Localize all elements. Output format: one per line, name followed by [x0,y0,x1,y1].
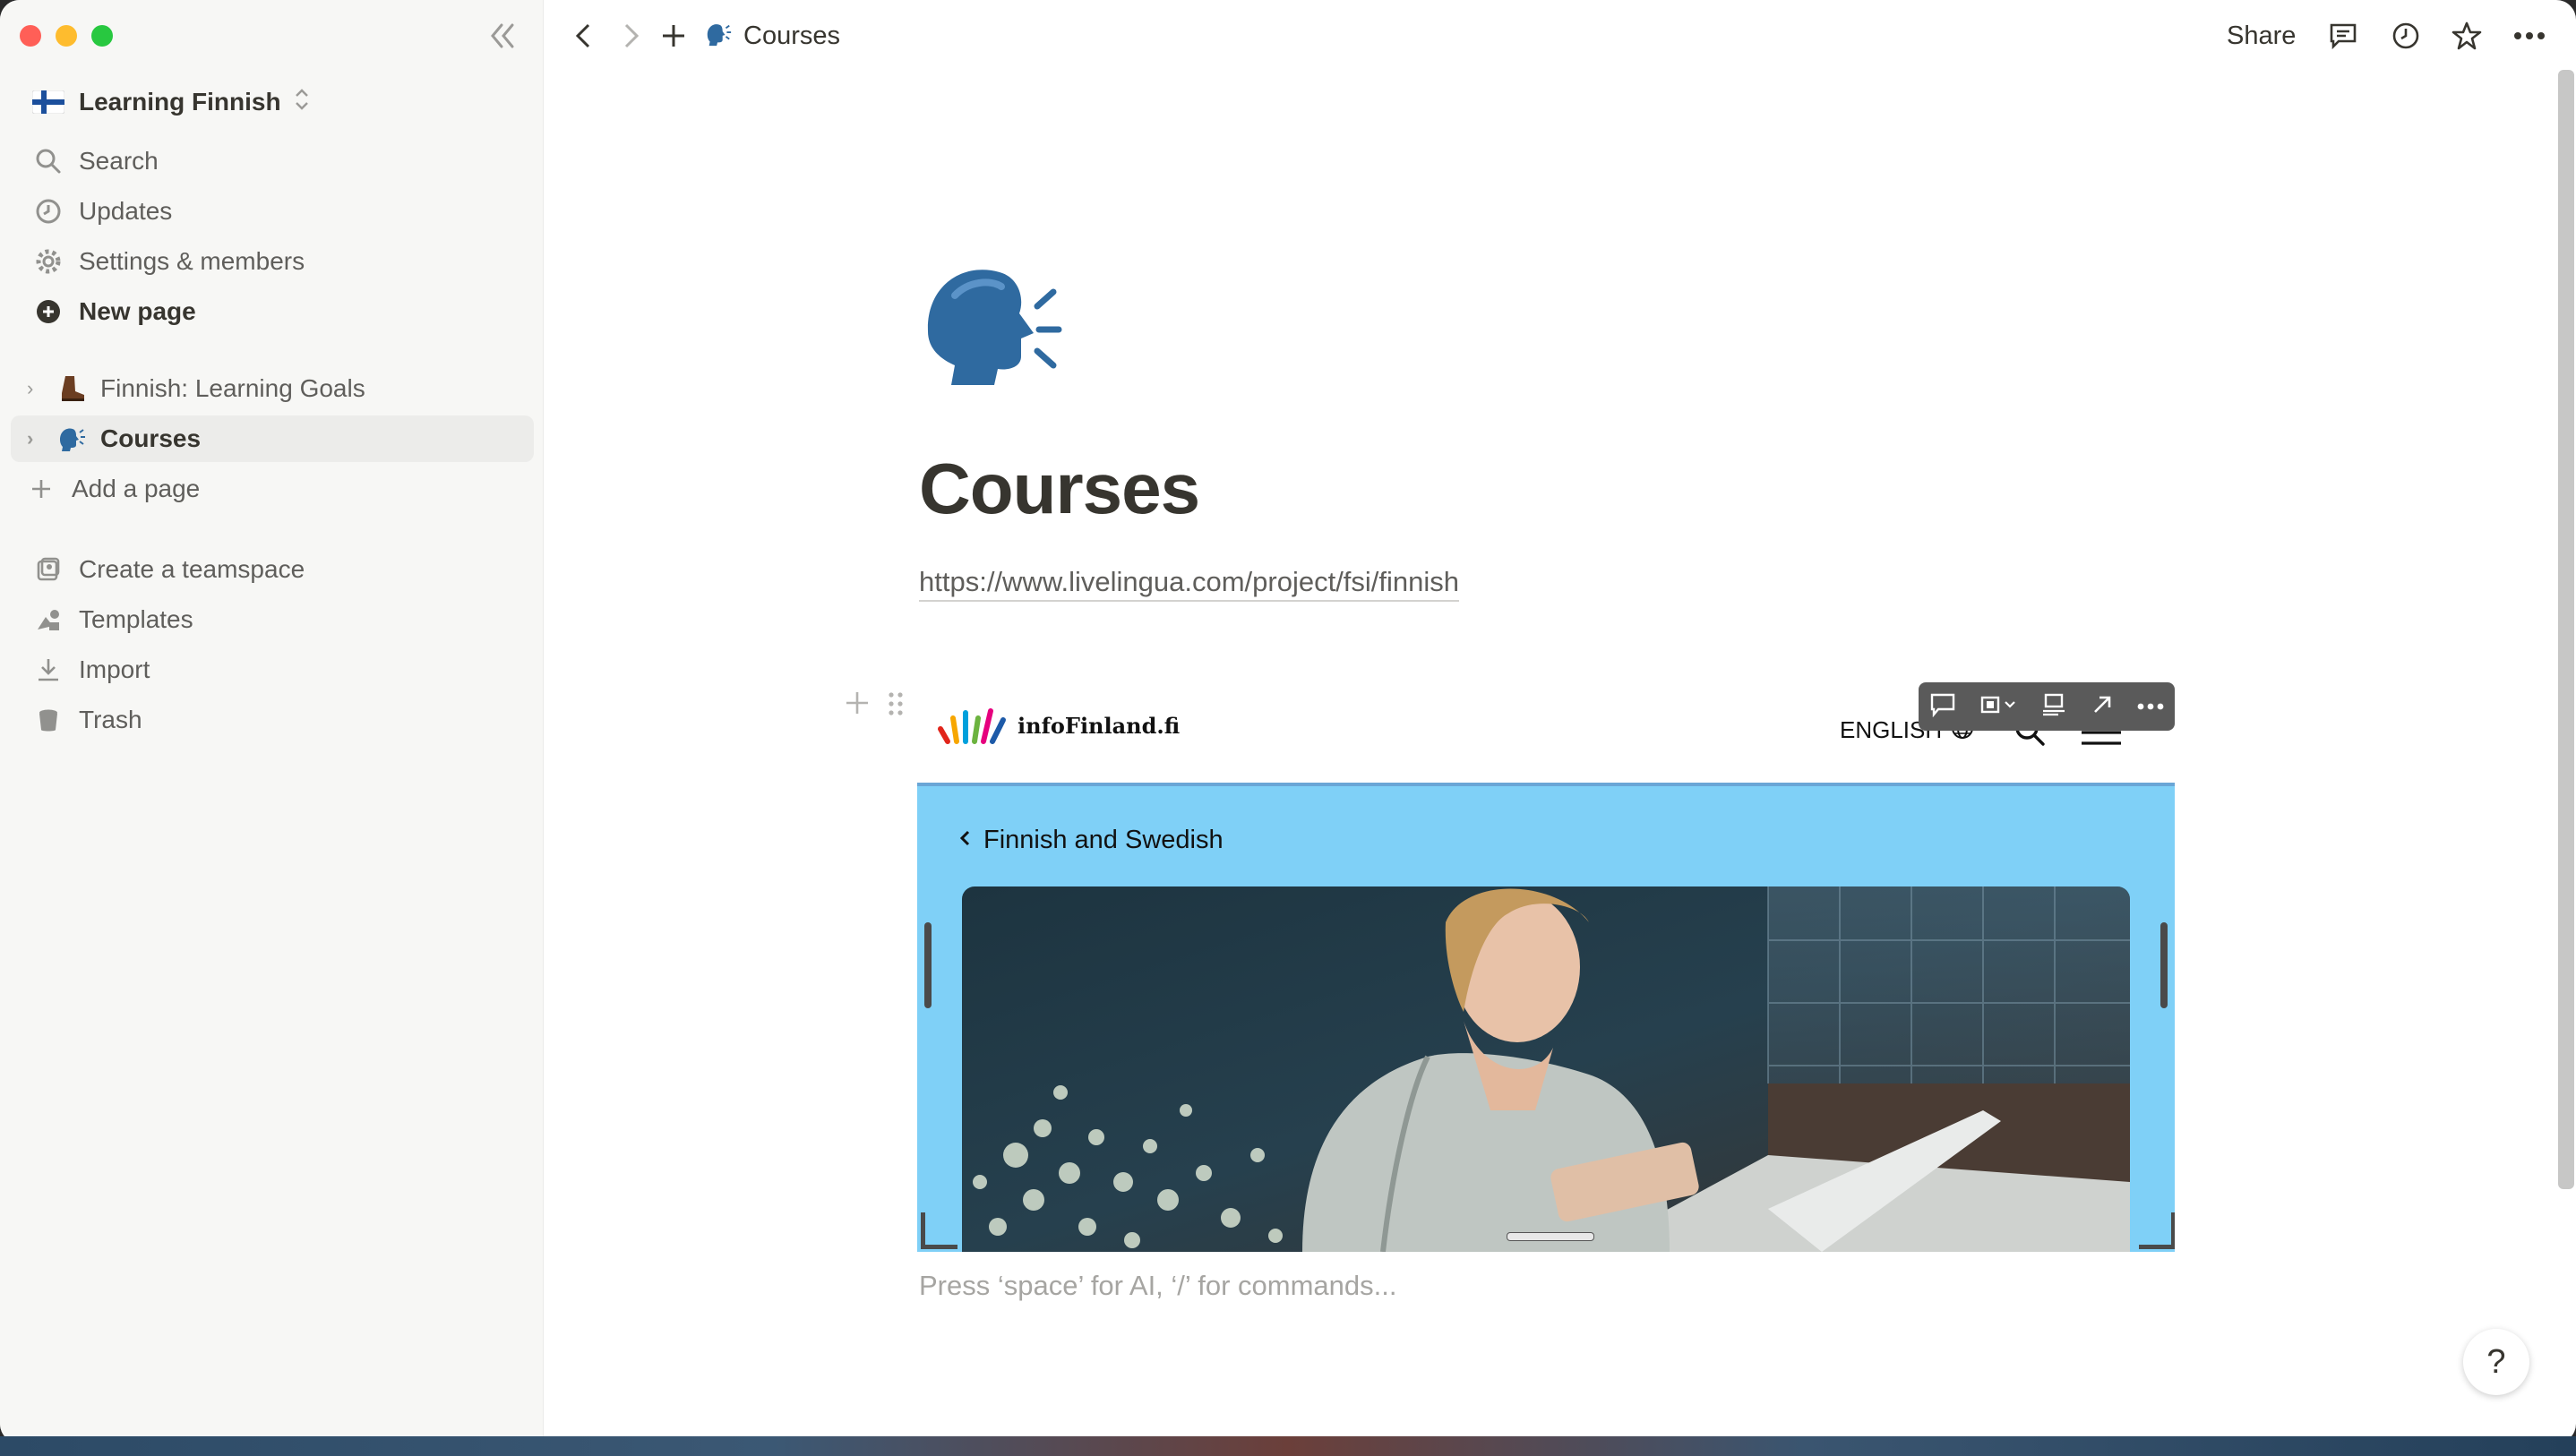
drag-handle-icon[interactable] [885,689,906,718]
sidebar-page-learning-goals[interactable]: › Finnish: Learning Goals [11,365,534,412]
download-icon [30,652,66,688]
comments-icon[interactable] [2325,18,2361,54]
new-tab-plus-icon[interactable] [656,18,691,54]
chevron-right-icon[interactable]: › [27,377,48,400]
sidebar-item-updates[interactable]: Updates [11,188,534,235]
minimize-window-button[interactable] [56,25,77,47]
plus-icon [23,471,59,507]
embed-more-icon[interactable] [2137,698,2164,715]
sidebar-page-courses[interactable]: › Courses [11,415,534,462]
sidebar-item-label: New page [79,297,196,325]
trash-icon [30,702,66,738]
breadcrumb-page: Courses [743,21,840,50]
sidebar-item-label: Trash [79,706,142,733]
resize-corner-bottom-left[interactable] [921,1212,957,1249]
boot-emoji-icon [54,371,90,407]
workspace-switcher[interactable]: Learning Finnish [11,79,534,125]
sidebar-item-templates[interactable]: Templates [11,596,534,643]
help-button[interactable]: ? [2463,1329,2529,1395]
clock-icon [30,193,66,229]
infofinland-logo-icon [935,702,1009,749]
speaking-head-emoji-icon [704,20,733,53]
speaking-head-emoji-icon [54,421,90,457]
page-emoji-icon[interactable] [919,260,1062,394]
embed-back-link[interactable]: Finnish and Swedish [958,826,1224,855]
sidebar-item-label: Settings & members [79,247,305,275]
sidebar-item-label: Finnish: Learning Goals [100,374,365,402]
breadcrumb[interactable]: Courses [704,18,840,54]
resize-handle-left[interactable] [924,922,932,1008]
embed-photo-woman-laptop [962,886,2130,1252]
embed-site-name[interactable]: infoFinland.fi [1018,713,1180,739]
embed-toolbar [1919,682,2175,731]
sidebar-item-label: Templates [79,605,193,633]
page-scrollbar[interactable] [2558,70,2574,1189]
collapse-sidebar-icon[interactable] [484,20,519,52]
web-embed[interactable]: infoFinland.fi ENGLISH Finnish and Swedi… [917,672,2175,1252]
teamspace-icon [30,552,66,587]
favorite-star-icon[interactable] [2449,18,2485,54]
add-block-plus-icon[interactable] [844,689,871,716]
resize-handle-bottom[interactable] [1507,1232,1594,1241]
page-title[interactable]: Courses [919,448,1200,530]
page-link[interactable]: https://www.livelingua.com/project/fsi/f… [919,566,1460,602]
search-icon [30,143,66,179]
back-icon[interactable] [566,18,602,54]
sidebar-item-label: Create a teamspace [79,555,305,583]
comment-icon[interactable] [1929,692,1956,722]
resize-handle-right[interactable] [2160,922,2168,1008]
forward-icon[interactable] [613,18,648,54]
sidebar-item-create-teamspace[interactable]: Create a teamspace [11,546,534,593]
open-original-icon[interactable] [2090,692,2115,722]
templates-icon [30,602,66,638]
finland-flag-icon [30,84,66,120]
sidebar-item-new-page[interactable]: New page [11,288,534,335]
sidebar-item-import[interactable]: Import [11,647,534,693]
chevron-updown-icon [294,88,310,117]
sidebar-add-page[interactable]: Add a page [11,466,534,512]
top-bar: Courses Share [543,0,2576,72]
workspace-name: Learning Finnish [79,88,281,116]
chevron-left-icon [958,828,971,852]
sidebar-item-label: Import [79,655,150,683]
sidebar-item-label: Add a page [72,475,201,502]
sidebar-item-label: Search [79,147,159,175]
desktop-dock-strip [0,1436,2576,1456]
more-options-icon[interactable] [2512,18,2547,54]
gear-icon [30,244,66,279]
close-window-button[interactable] [20,25,41,47]
share-button[interactable]: Share [2227,18,2296,54]
sidebar-item-search[interactable]: Search [11,138,534,184]
back-link-label: Finnish and Swedish [983,826,1224,854]
sidebar-item-trash[interactable]: Trash [11,697,534,743]
chevron-right-icon[interactable]: › [27,427,48,450]
app-window: Learning Finnish Search Updates Settings… [0,0,2576,1443]
sidebar-item-settings[interactable]: Settings & members [11,238,534,285]
zoom-window-button[interactable] [91,25,113,47]
empty-block-placeholder[interactable]: Press ‘space’ for AI, ‘/’ for commands..… [919,1270,1397,1302]
sidebar-item-label: Updates [79,197,173,225]
sidebar-item-label: Courses [100,424,202,452]
resize-corner-bottom-right[interactable] [2139,1212,2175,1249]
sidebar: Learning Finnish Search Updates Settings… [0,0,544,1443]
align-dropdown-icon[interactable] [1979,692,2018,722]
caption-icon[interactable] [2040,692,2067,722]
plus-circle-icon [30,294,66,330]
history-clock-icon[interactable] [2388,18,2424,54]
